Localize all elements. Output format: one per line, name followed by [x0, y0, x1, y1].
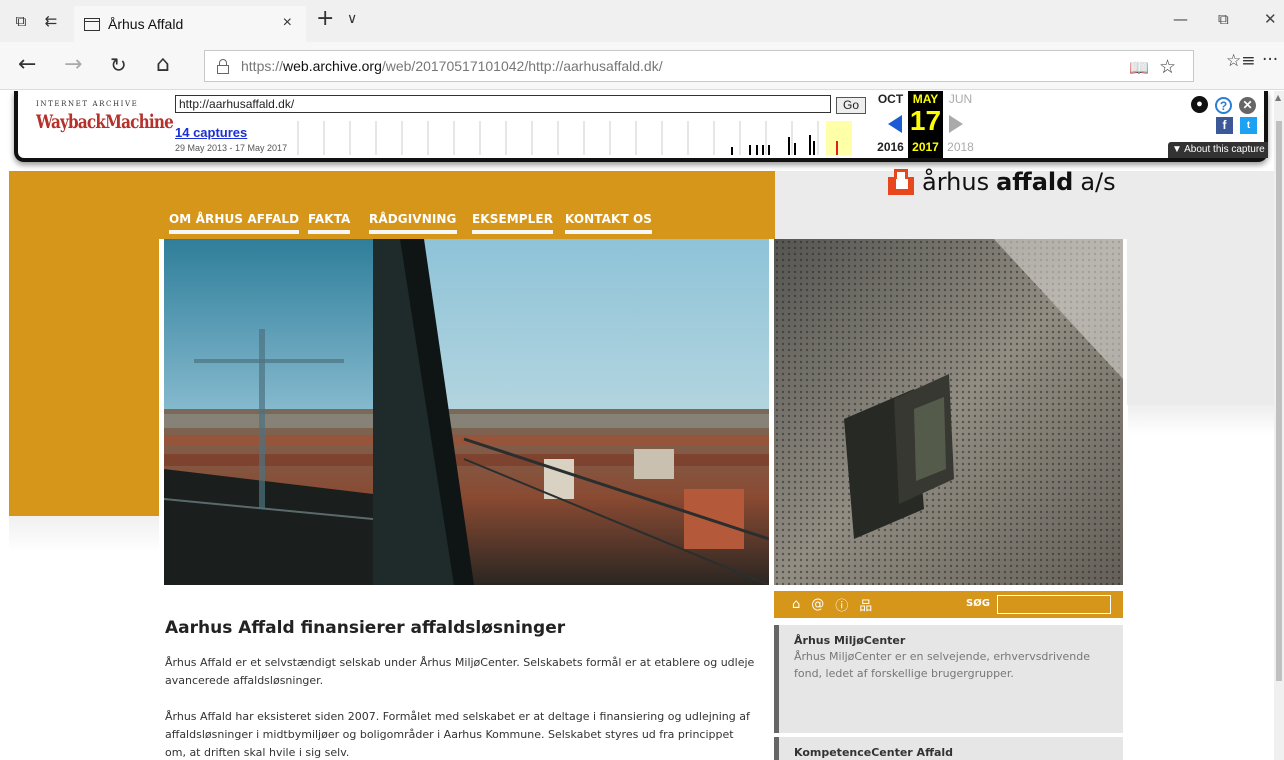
minimize-icon[interactable]: — — [1173, 10, 1188, 28]
home-icon[interactable]: ⌂ — [156, 52, 170, 78]
favorite-star-icon[interactable]: ☆ — [1159, 56, 1176, 79]
url-field[interactable]: https://web.archive.org/web/201705171010… — [204, 50, 1194, 82]
capture-mark[interactable] — [749, 145, 751, 155]
help-icon[interactable]: ? — [1215, 97, 1232, 114]
site-logo[interactable]: århus affald a/s — [888, 165, 1116, 199]
facebook-icon[interactable]: f — [1216, 117, 1233, 134]
nav-eksempler[interactable]: EKSEMPLER — [472, 212, 554, 234]
restore-icon[interactable]: ⧉ — [1218, 10, 1229, 28]
article-paragraph-2: Århus Affald har eksisteret siden 2007. … — [165, 710, 750, 759]
tab-list-chevron-icon[interactable]: ∨ — [347, 11, 357, 27]
nav-kontakt-os[interactable]: KONTAKT OS — [565, 212, 653, 234]
search-input[interactable] — [997, 595, 1111, 614]
capture-mark[interactable] — [836, 141, 838, 155]
prev-month-label[interactable]: OCT — [873, 92, 908, 106]
account-icon[interactable]: ● — [1191, 96, 1208, 113]
twitter-icon[interactable]: t — [1240, 117, 1257, 134]
info-icon[interactable]: ⓘ — [835, 595, 848, 614]
new-tab-button[interactable]: + — [316, 6, 334, 31]
current-year-highlight — [826, 121, 852, 155]
current-year-label: 2017 — [912, 140, 939, 154]
hero-photo-facade — [774, 239, 1123, 585]
logo-text-pre: århus — [922, 168, 990, 196]
tab-preview-icon[interactable]: ⧉ — [6, 0, 36, 42]
capture-mark[interactable] — [731, 147, 733, 155]
internet-archive-label: INTERNET ARCHIVE — [36, 100, 139, 108]
email-icon[interactable]: @ — [811, 597, 824, 612]
sidebar-box-miljocenter[interactable]: Århus MiljøCenter Århus MiljøCenter er e… — [774, 625, 1123, 733]
next-capture-arrow-icon[interactable] — [949, 115, 963, 133]
reading-view-icon[interactable]: 📖 — [1129, 58, 1149, 78]
address-bar-row: ← → ↻ ⌂ https://web.archive.org/web/2017… — [0, 42, 1284, 90]
close-window-icon[interactable]: ✕ — [1264, 10, 1277, 28]
article-paragraph-1: Århus Affald er et selvstændigt selskab … — [165, 656, 755, 687]
logo-text-post: a/s — [1080, 168, 1116, 196]
capture-mark[interactable] — [762, 145, 764, 155]
wayback-go-button[interactable]: Go — [836, 97, 866, 114]
nav-om-arhus-affald[interactable]: OM ÅRHUS AFFALD — [169, 212, 300, 234]
box-text: Århus MiljøCenter er en selvejende, erhv… — [794, 650, 1090, 680]
refresh-icon[interactable]: ↻ — [110, 52, 127, 78]
capture-mark[interactable] — [756, 145, 758, 155]
vertical-scrollbar[interactable]: ▲ — [1274, 91, 1284, 760]
capture-mark[interactable] — [794, 143, 796, 155]
lock-icon — [217, 58, 229, 74]
nav-fakta[interactable]: FAKTA — [308, 212, 351, 234]
wayback-toolbar: INTERNET ARCHIVE WaybackMachine http://a… — [14, 91, 1268, 162]
box-title: Århus MiljøCenter — [794, 634, 906, 647]
capture-sparkline[interactable] — [294, 119, 872, 157]
about-capture-button[interactable]: ▼ About this capture — [1168, 142, 1268, 158]
hub-favorites-icon[interactable]: ☆≡ — [1226, 51, 1255, 71]
back-icon[interactable]: ← — [18, 52, 36, 78]
capture-date-range: 29 May 2013 - 17 May 2017 — [175, 143, 288, 153]
wayback-url-input[interactable]: http://aarhusaffald.dk/ — [175, 95, 831, 113]
set-tabs-aside-icon[interactable]: ⇇ — [36, 0, 66, 42]
tab-title: Århus Affald — [108, 16, 184, 32]
utility-bar: ⌂ @ ⓘ 品 SØG — [774, 591, 1123, 618]
url-host: web.archive.org — [283, 58, 382, 74]
hero-photo-city — [164, 239, 769, 585]
capture-mark[interactable] — [813, 141, 815, 155]
url-prefix: https:// — [241, 58, 284, 74]
close-toolbar-icon[interactable]: ✕ — [1239, 97, 1256, 114]
more-menu-icon[interactable]: ··· — [1262, 50, 1278, 70]
page-icon — [84, 17, 100, 31]
nav-radgivning[interactable]: RÅDGIVNING — [369, 212, 457, 234]
capture-mark[interactable] — [809, 135, 811, 155]
tab-close-icon[interactable]: × — [283, 14, 292, 32]
current-day-label: 17 — [909, 105, 942, 136]
wayback-machine-logo[interactable]: WaybackMachine — [36, 111, 174, 133]
capture-mark[interactable] — [768, 145, 770, 155]
scroll-thumb[interactable] — [1276, 121, 1282, 681]
forward-icon[interactable]: → — [64, 52, 82, 78]
left-shadow — [9, 516, 159, 552]
sitemap-icon[interactable]: 品 — [859, 595, 872, 614]
prev-year-label[interactable]: 2016 — [873, 140, 908, 154]
page-viewport: INTERNET ARCHIVE WaybackMachine http://a… — [0, 91, 1274, 760]
prev-capture-arrow-icon[interactable] — [888, 115, 902, 133]
right-shadow — [1128, 405, 1274, 435]
browser-tab[interactable]: Århus Affald × — [74, 6, 306, 42]
article-title: Aarhus Affald finansierer affaldsløsning… — [165, 618, 566, 638]
logo-text-bold: affald — [996, 168, 1074, 196]
box-title: KompetenceCenter Affald — [794, 746, 954, 759]
home-icon[interactable]: ⌂ — [792, 597, 800, 612]
url-path: /web/20170517101042/http://aarhusaffald.… — [381, 58, 663, 74]
search-label: SØG — [966, 598, 990, 609]
next-month-label[interactable]: JUN — [943, 92, 978, 106]
logo-mark-icon — [888, 169, 914, 195]
tab-bar: ⧉ ⇇ Århus Affald × + ∨ — ⧉ ✕ — [0, 0, 1284, 42]
sidebar-box-kompetencecenter[interactable]: KompetenceCenter Affald — [774, 737, 1123, 760]
captures-link[interactable]: 14 captures — [175, 125, 247, 140]
next-year-label[interactable]: 2018 — [943, 140, 978, 154]
scroll-up-icon[interactable]: ▲ — [1275, 93, 1281, 102]
capture-mark[interactable] — [788, 137, 790, 155]
left-accent-block — [9, 239, 159, 516]
